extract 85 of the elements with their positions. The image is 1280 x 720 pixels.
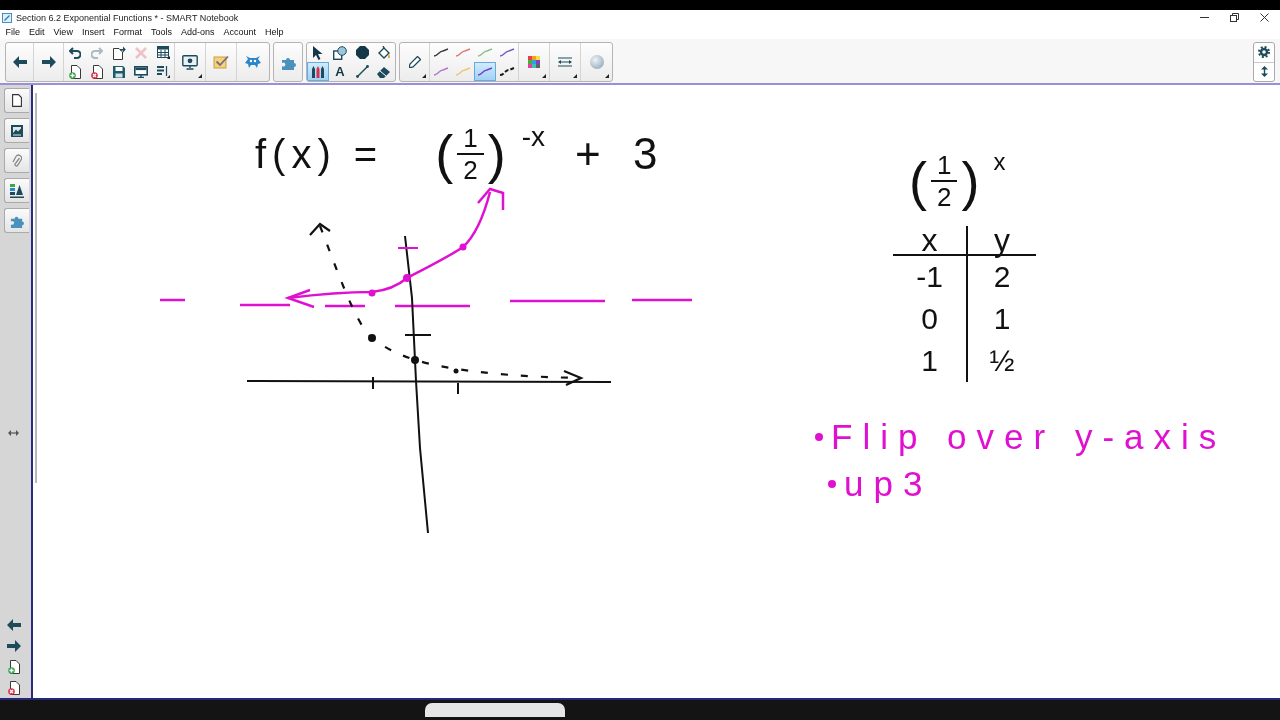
table-cell-text: 1 [992,301,1012,337]
handwritten-note: up3 [844,464,933,503]
checkbox-tick-icon [213,55,229,69]
pointer-arrow-icon [313,45,323,60]
pencil-icon [408,56,421,68]
bullet-icon [815,433,823,442]
paperclip-icon [12,153,22,168]
screen-camera-icon [182,54,198,70]
menu-item[interactable]: View [49,26,78,38]
point-marker [368,334,376,342]
left-arrow-icon [7,618,21,631]
page-sorter-tab[interactable] [4,88,29,113]
dropdown-arrow-icon [198,74,202,78]
square-circle-icon [333,45,347,60]
restore-icon [1229,13,1239,22]
menu-item[interactable]: Account [218,26,261,38]
dropdown-arrow-icon [573,74,577,78]
menu-item[interactable]: Tools [146,26,177,38]
menu-item[interactable]: Edit [24,26,50,38]
paint-bucket-icon [377,45,391,60]
page-arrow-icon [112,45,126,60]
page-icon [12,94,22,107]
color-grid-icon [528,56,540,68]
table-cell: 1 [893,340,968,382]
eraser-icon [377,65,391,78]
scroll-bar[interactable] [35,93,37,483]
taskbar-search-field[interactable] [425,703,565,717]
monster-icon [245,56,261,68]
menu-item[interactable]: Add-ons [176,26,219,38]
minimize-icon [1199,17,1209,18]
table-cell-text: 2 [992,259,1012,295]
sphere-icon [589,55,604,69]
monitor-icon [134,65,148,78]
tick-mark [372,376,374,390]
notebook-app-icon [2,12,12,23]
polygon-icon [355,46,369,59]
table-cell: 0 [893,298,968,340]
cross-icon [135,46,147,59]
left-arrow-icon [12,56,27,68]
point-marker [368,289,376,297]
attachments-tab[interactable] [4,148,29,173]
page-remove-icon [8,680,20,695]
undo-arrow-icon [69,46,81,59]
point-marker [453,368,459,374]
point-marker [459,243,467,251]
bullet-icon [828,479,836,488]
point-marker [403,274,411,282]
page-plus-icon [8,659,20,674]
pens-icon [311,64,325,79]
menu-item[interactable]: Help [260,26,288,38]
text-lines-cursor-icon [156,65,170,78]
menu-item[interactable]: File [1,26,25,38]
page-plus-icon [69,64,81,79]
dropdown-arrow-icon [605,74,609,78]
page-remove-icon [91,64,103,79]
close-icon [1259,13,1269,22]
table-grid-icon [156,46,170,59]
table-cell: -1 [893,256,968,298]
diagonal-line-icon [355,65,369,78]
menu-item[interactable]: Insert [77,26,109,38]
resize-arrows-icon[interactable] [8,430,19,436]
picture-frame-icon [11,124,23,137]
table-cell-text: ½ [988,343,1016,379]
gallery-tab[interactable] [4,118,29,143]
point-marker [411,356,419,364]
right-arrow-icon [7,639,21,652]
properties-icon [10,183,24,198]
text-tool-button[interactable]: A [329,62,351,81]
table-header-cell: x [893,226,968,256]
add-ons-tab[interactable] [4,208,29,233]
properties-tab[interactable] [4,178,29,203]
redo-arrow-icon [91,46,103,59]
dropdown-arrow-icon [542,74,546,78]
dropdown-arrow-icon [422,74,426,78]
line-style-icon [558,57,572,67]
handwritten-note: Flip over y-axis [831,418,1227,457]
tick-mark [457,382,459,395]
window-title: Section 6.2 Exponential Functions * - SMART Notebook [16,12,239,23]
right-arrow-icon [41,56,56,68]
pens-tool-button[interactable] [307,62,329,81]
up-down-arrow-icon [1260,66,1268,78]
tick-mark [404,334,432,336]
menu-item[interactable]: Format [108,26,147,38]
settings-icon [1258,46,1270,59]
tick-mark [397,247,419,249]
